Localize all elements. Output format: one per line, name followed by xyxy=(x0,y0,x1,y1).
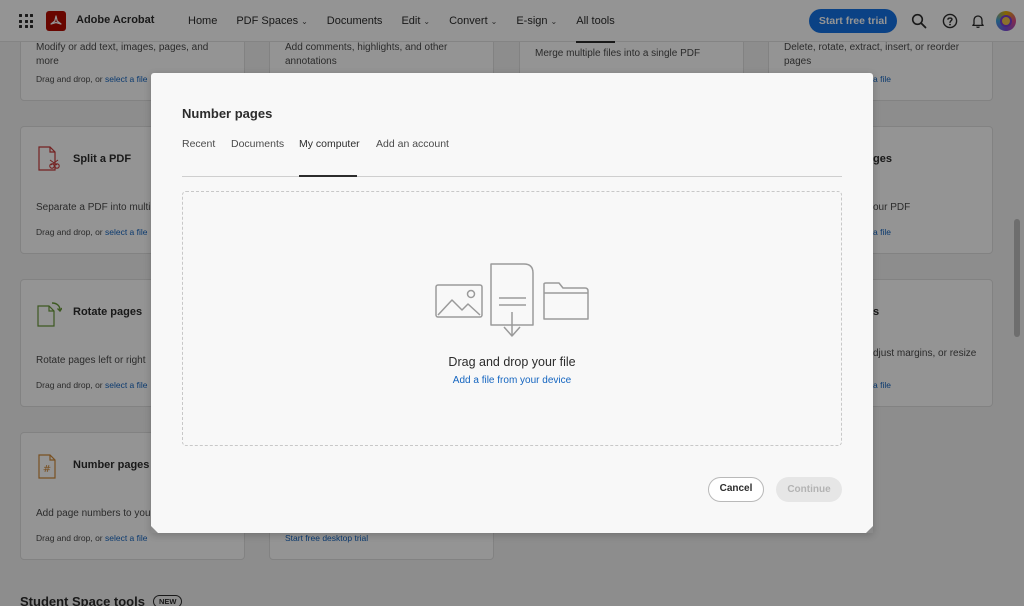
file-upload-illustration-icon xyxy=(435,263,589,337)
file-dropzone[interactable]: Drag and drop your file Add a file from … xyxy=(182,191,842,446)
tab-add-account[interactable]: Add an account xyxy=(376,138,449,176)
tab-recent[interactable]: Recent xyxy=(182,138,215,176)
dropzone-title: Drag and drop your file xyxy=(448,355,576,369)
tab-documents[interactable]: Documents xyxy=(231,138,284,176)
resize-corner-icon xyxy=(866,526,873,533)
continue-button[interactable]: Continue xyxy=(776,477,842,502)
cancel-button[interactable]: Cancel xyxy=(708,477,764,502)
file-source-tabs: Recent Documents My computer Add an acco… xyxy=(182,133,842,177)
tab-my-computer[interactable]: My computer xyxy=(299,138,360,177)
dialog-title: Number pages xyxy=(182,106,273,121)
resize-corner-icon xyxy=(151,526,158,533)
number-pages-dialog: Number pages Recent Documents My compute… xyxy=(151,73,873,533)
add-file-link[interactable]: Add a file from your device xyxy=(183,375,841,386)
page-scrollbar[interactable] xyxy=(1014,219,1020,337)
